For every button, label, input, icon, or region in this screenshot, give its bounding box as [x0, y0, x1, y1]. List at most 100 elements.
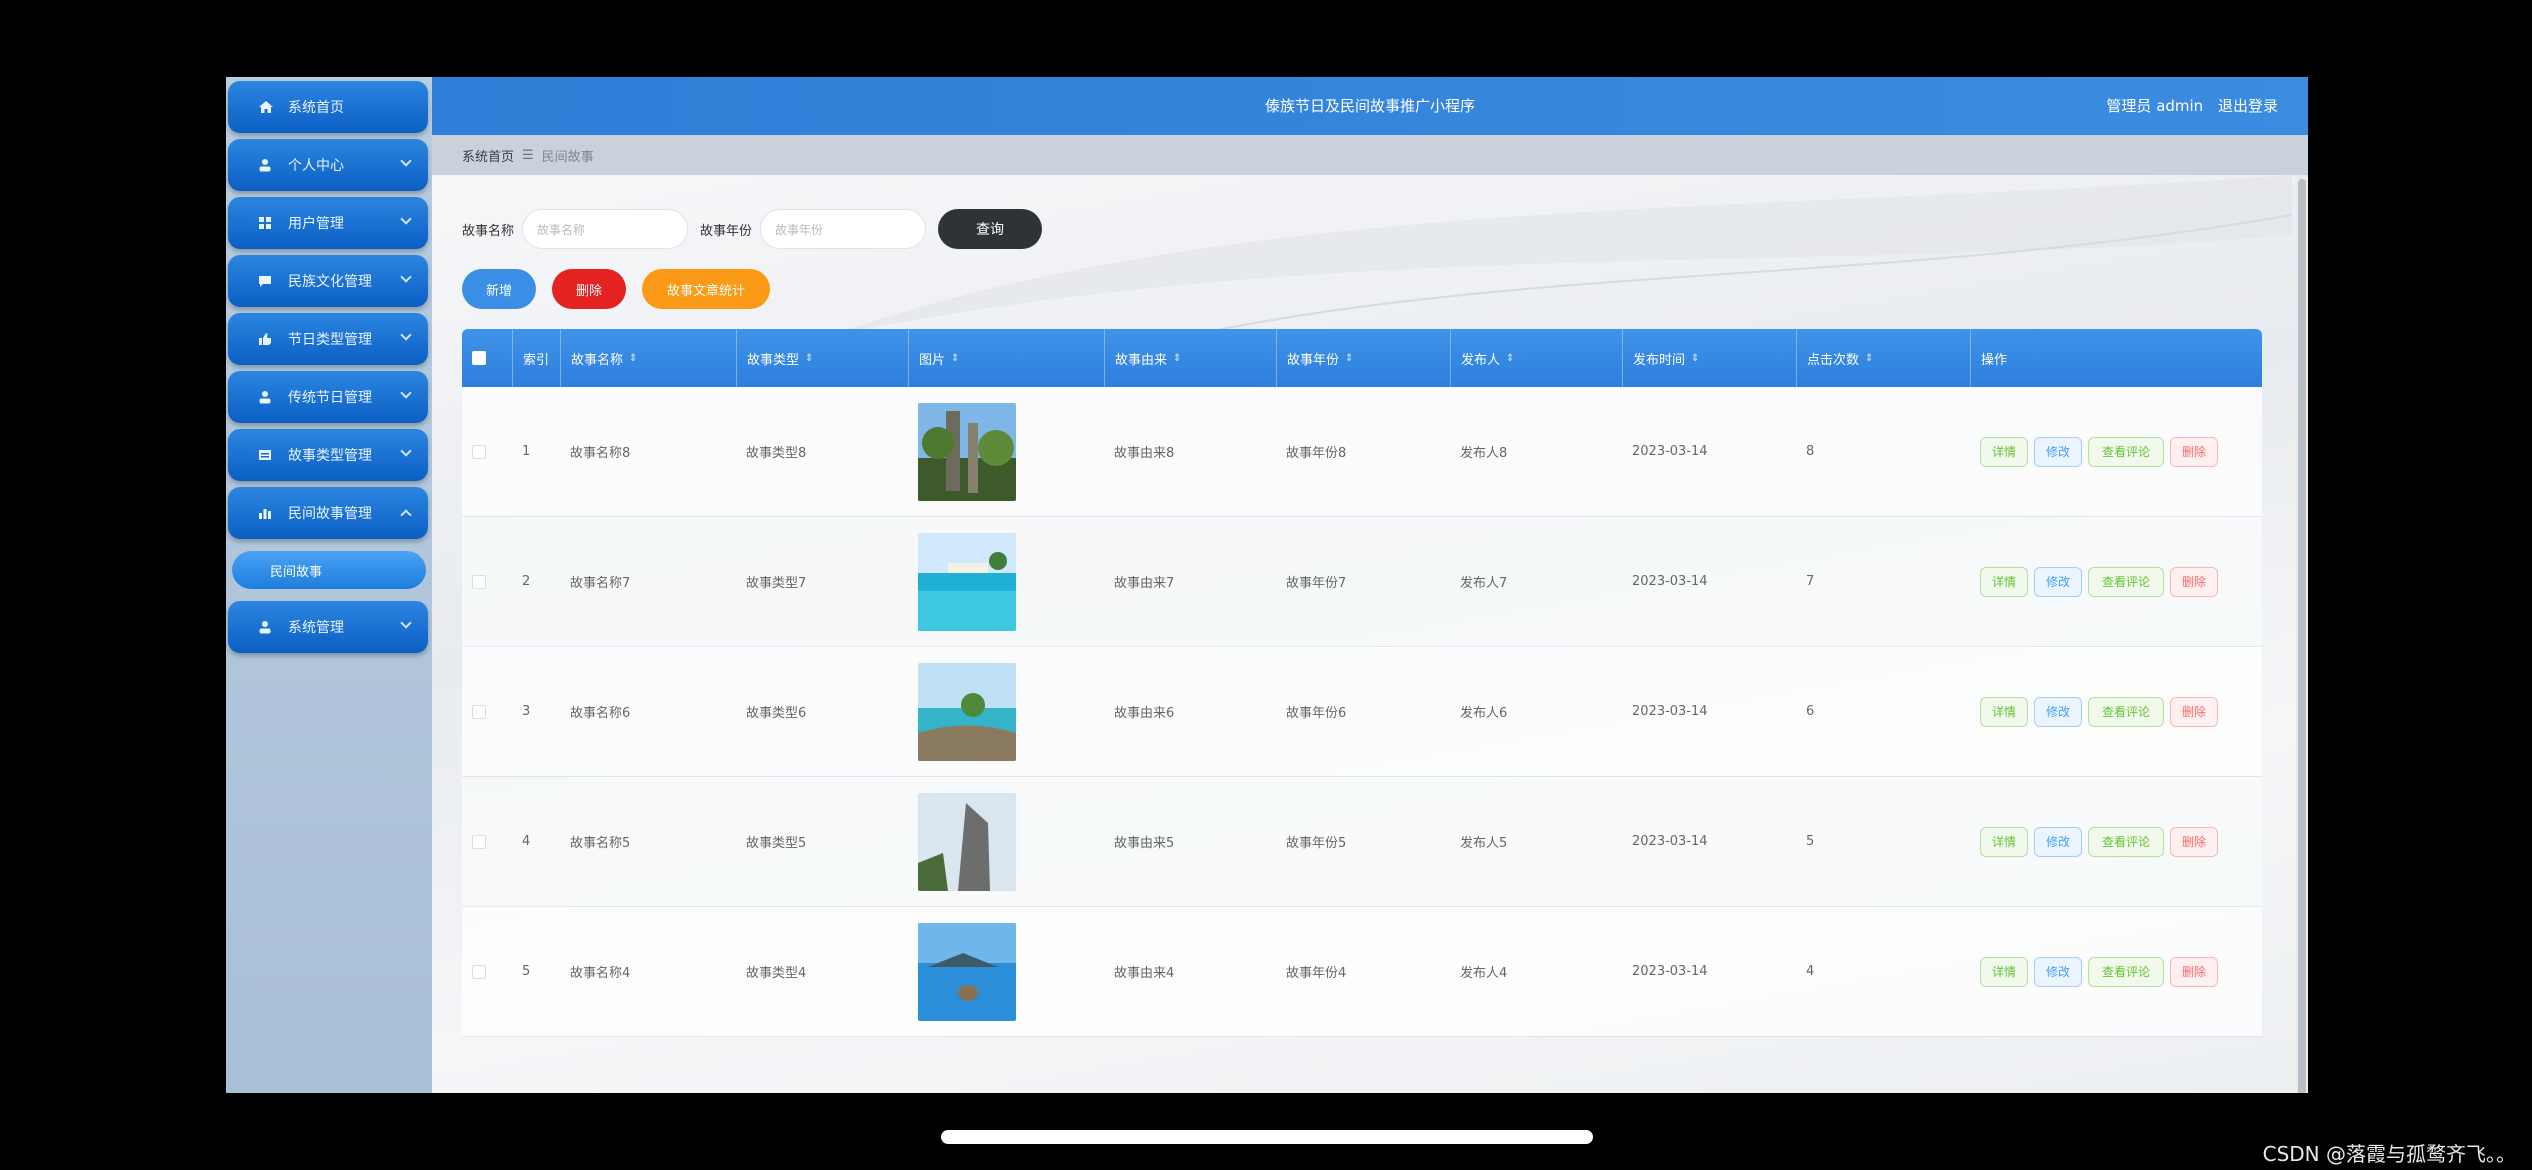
row-delete-button[interactable]: 删除: [2170, 956, 2218, 987]
cell-checkbox[interactable]: [462, 517, 486, 646]
chat-icon: [258, 274, 276, 288]
cell-publisher: 发布人6: [1460, 706, 1508, 721]
cell-name: 故事名称4: [570, 966, 631, 981]
select-all-checkbox[interactable]: [462, 329, 512, 387]
sidebar-item-label: 故事类型管理: [288, 448, 372, 464]
table-row: 3 故事名称6 故事类型6 故事由来6 故事年份6 发布人6 2023-03-14 6 详情 修改…: [462, 647, 2262, 777]
header-year[interactable]: 故事年份 ⇕: [1276, 329, 1450, 387]
sidebar: 系统首页 个人中心 用户管理 民族文化管理 节日类型管理 传统节日管理 故事类型…: [226, 77, 432, 1093]
add-button[interactable]: 新增: [462, 269, 536, 309]
cell-origin: 故事由来7: [1114, 576, 1175, 591]
cell-index: 3: [522, 704, 531, 719]
sidebar-item-story-types[interactable]: 故事类型管理: [228, 429, 428, 481]
sort-icon: ⇕: [1173, 352, 1182, 364]
cell-publisher: 发布人8: [1460, 446, 1508, 461]
sidebar-item-label: 传统节日管理: [288, 390, 372, 406]
header-clicks[interactable]: 点击次数 ⇕: [1796, 329, 1970, 387]
logout-link[interactable]: 退出登录: [2218, 97, 2278, 115]
view-comments-button[interactable]: 查看评论: [2088, 566, 2164, 597]
cell-image: [908, 517, 1016, 646]
row-delete-button[interactable]: 删除: [2170, 696, 2218, 727]
story-thumbnail: [918, 662, 1016, 761]
view-comments-button[interactable]: 查看评论: [2088, 956, 2164, 987]
view-comments-button[interactable]: 查看评论: [2088, 826, 2164, 857]
cell-checkbox[interactable]: [462, 387, 486, 516]
table-row: 2 故事名称7 故事类型7 故事由来7 故事年份7 发布人7 2023-03-14 7 详情 修改…: [462, 517, 2262, 647]
edit-button[interactable]: 修改: [2034, 956, 2082, 987]
sidebar-item-system[interactable]: 系统管理: [228, 601, 428, 653]
cell-image: [908, 647, 1016, 776]
detail-button[interactable]: 详情: [1980, 956, 2028, 987]
breadcrumb-current: 民间故事: [541, 149, 594, 165]
stories-table: 索引 故事名称 ⇕ 故事类型 ⇕ 图片 ⇕ 故事由来 ⇕ 故事年份 ⇕ 发布人 ⇕ 发布时间…: [462, 329, 2262, 1037]
home-indicator[interactable]: [941, 1130, 1593, 1144]
view-comments-button[interactable]: 查看评论: [2088, 436, 2164, 467]
sidebar-item-label: 节日类型管理: [288, 332, 372, 348]
cell-type: 故事类型5: [746, 836, 807, 851]
detail-button[interactable]: 详情: [1980, 826, 2028, 857]
sidebar-item-home[interactable]: 系统首页: [228, 81, 428, 133]
header-publish-time[interactable]: 发布时间 ⇕: [1622, 329, 1796, 387]
admin-label: 管理员 admin: [2106, 97, 2204, 115]
cell-name: 故事名称7: [570, 576, 631, 591]
header-publisher[interactable]: 发布人 ⇕: [1450, 329, 1622, 387]
sidebar-item-festival-types[interactable]: 节日类型管理: [228, 313, 428, 365]
header-image[interactable]: 图片 ⇕: [908, 329, 1104, 387]
story-name-input[interactable]: 故事名称: [522, 209, 689, 249]
sidebar-item-folk-stories[interactable]: 民间故事管理: [228, 487, 428, 539]
row-delete-button[interactable]: 删除: [2170, 826, 2218, 857]
sidebar-item-personal[interactable]: 个人中心: [228, 139, 428, 191]
story-year-label: 故事年份: [700, 223, 753, 239]
header-story-name[interactable]: 故事名称 ⇕: [560, 329, 736, 387]
cell-time: 2023-03-14: [1632, 834, 1708, 849]
cell-checkbox[interactable]: [462, 777, 486, 906]
table-row: 1 故事名称8 故事类型8 故事由来8 故事年份8 发布人8 2023-03-14 8 详情 修改…: [462, 387, 2262, 517]
edit-button[interactable]: 修改: [2034, 696, 2082, 727]
cell-ops: 详情 修改 查看评论 删除: [1970, 517, 2218, 646]
bar-chart-icon: [258, 506, 276, 520]
cell-ops: 详情 修改 查看评论 删除: [1970, 387, 2218, 516]
top-header: 傣族节日及民间故事推广小程序 管理员 admin 退出登录: [432, 77, 2308, 135]
detail-button[interactable]: 详情: [1980, 696, 2028, 727]
cell-checkbox[interactable]: [462, 647, 486, 776]
edit-button[interactable]: 修改: [2034, 826, 2082, 857]
sidebar-item-culture[interactable]: 民族文化管理: [228, 255, 428, 307]
row-delete-button[interactable]: 删除: [2170, 436, 2218, 467]
table-row: 4 故事名称5 故事类型5 故事由来5 故事年份5 发布人5 2023-03-14 5 详情 修改…: [462, 777, 2262, 907]
breadcrumb-home[interactable]: 系统首页: [462, 146, 514, 165]
edit-button[interactable]: 修改: [2034, 436, 2082, 467]
cell-time: 2023-03-14: [1632, 704, 1708, 719]
header-operations: 操作: [1970, 329, 2262, 387]
story-name-label: 故事名称: [462, 223, 515, 239]
story-year-input[interactable]: 故事年份: [760, 209, 927, 249]
cell-type: 故事类型6: [746, 706, 807, 721]
user-icon: [258, 390, 276, 404]
cell-index: 2: [522, 574, 531, 589]
user-area: 管理员 admin 退出登录: [2096, 95, 2278, 116]
cell-checkbox[interactable]: [462, 907, 486, 1036]
story-thumbnail: [918, 922, 1016, 1021]
header-story-type[interactable]: 故事类型 ⇕: [736, 329, 908, 387]
story-stats-button[interactable]: 故事文章统计: [642, 269, 770, 309]
grid-icon: [258, 216, 276, 230]
sidebar-item-label: 系统管理: [288, 620, 344, 636]
query-button[interactable]: 查询: [938, 209, 1043, 249]
vertical-scrollbar[interactable]: [2296, 175, 2308, 1093]
sidebar-subitem-folk-story[interactable]: 民间故事: [232, 551, 426, 589]
sort-icon: ⇕: [1345, 352, 1354, 364]
sort-icon: ⇕: [629, 352, 638, 364]
detail-button[interactable]: 详情: [1980, 436, 2028, 467]
view-comments-button[interactable]: 查看评论: [2088, 696, 2164, 727]
header-origin[interactable]: 故事由来 ⇕: [1104, 329, 1276, 387]
sidebar-item-label: 民族文化管理: [288, 274, 372, 290]
story-thumbnail: [918, 402, 1016, 501]
sidebar-item-users[interactable]: 用户管理: [228, 197, 428, 249]
cell-publisher: 发布人5: [1460, 836, 1508, 851]
edit-button[interactable]: 修改: [2034, 566, 2082, 597]
sidebar-item-festivals[interactable]: 传统节日管理: [228, 371, 428, 423]
cell-name: 故事名称8: [570, 446, 631, 461]
delete-button[interactable]: 删除: [552, 269, 626, 309]
story-thumbnail: [918, 532, 1016, 631]
detail-button[interactable]: 详情: [1980, 566, 2028, 597]
row-delete-button[interactable]: 删除: [2170, 566, 2218, 597]
